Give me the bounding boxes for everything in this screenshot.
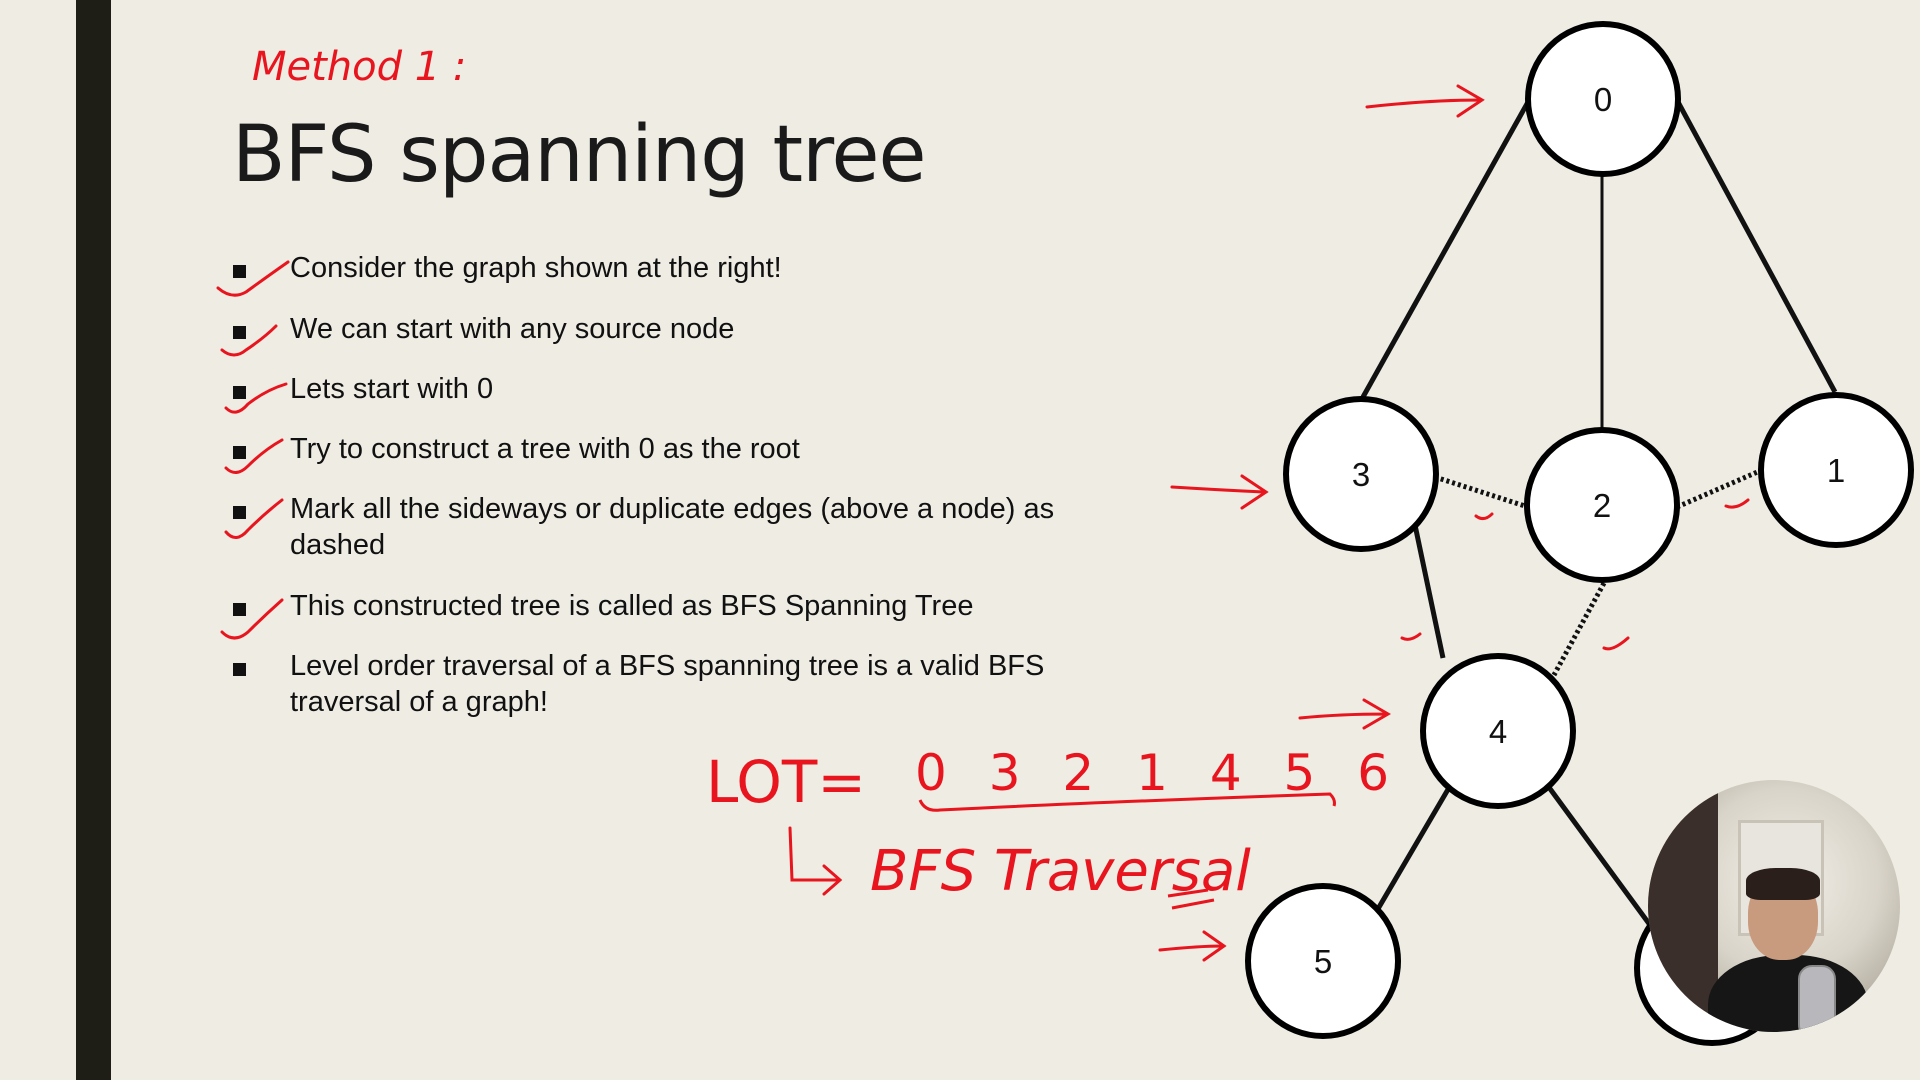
check-marks bbox=[216, 260, 1750, 651]
check-mark-icon bbox=[1400, 632, 1422, 641]
arrows bbox=[788, 84, 1485, 962]
method-label: Method 1 : bbox=[252, 44, 466, 90]
presenter-body bbox=[1708, 955, 1868, 1032]
check-mark-icon bbox=[220, 598, 284, 640]
presenter-webcam bbox=[1648, 780, 1900, 1032]
microphone-icon bbox=[1798, 965, 1836, 1032]
check-mark-icon bbox=[220, 324, 278, 357]
check-mark-icon bbox=[224, 438, 284, 474]
check-mark-icon bbox=[216, 260, 290, 297]
webcam-curtain bbox=[1648, 780, 1718, 1032]
handwritten-annotations: Method 1 : LOT= 0 3 2 1 4 5 6 BFS Traver… bbox=[216, 44, 1750, 962]
check-mark-icon bbox=[1474, 512, 1494, 521]
check-mark-icon bbox=[1724, 498, 1750, 509]
arrow-icon bbox=[1158, 930, 1227, 962]
presenter-hair bbox=[1746, 868, 1820, 900]
arrow-icon bbox=[788, 826, 843, 896]
check-mark-icon bbox=[1602, 636, 1630, 651]
arrow-icon bbox=[1170, 474, 1269, 510]
bfs-traversal-label: BFS Traversal bbox=[870, 839, 1251, 904]
check-mark-icon bbox=[224, 382, 288, 414]
arrow-icon bbox=[1365, 84, 1485, 118]
arrow-icon bbox=[1298, 698, 1391, 730]
lot-prefix: LOT= bbox=[706, 748, 866, 816]
check-mark-icon bbox=[224, 498, 284, 539]
